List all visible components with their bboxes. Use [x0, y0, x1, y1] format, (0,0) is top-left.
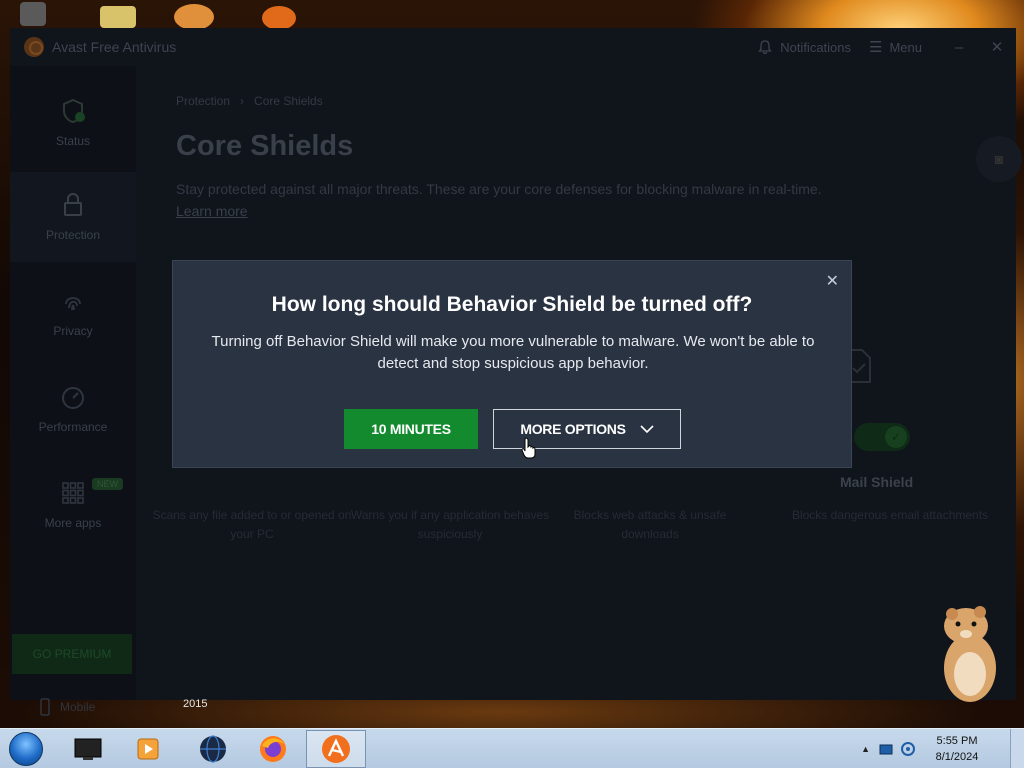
breadcrumb-protection[interactable]: Protection: [176, 94, 230, 108]
hand-cursor-icon: [521, 437, 536, 459]
page-description: Stay protected against all major threats…: [176, 178, 856, 222]
behavior-shield-description: Warns you if any application behaves sus…: [350, 508, 550, 541]
web-shield-description: Blocks web attacks & unsafe downloads: [573, 508, 727, 541]
sidebar-item-label: Privacy: [53, 324, 93, 338]
breadcrumb-core-shields: Core Shields: [254, 94, 323, 108]
app-title: Avast Free Antivirus: [52, 39, 177, 55]
clock-date: 8/1/2024: [935, 751, 979, 763]
new-badge: NEW: [92, 478, 123, 490]
more-options-label: MORE OPTIONS: [520, 421, 626, 437]
breadcrumb: Protection › Core Shields: [176, 94, 323, 108]
taskbar-app-firefox[interactable]: [243, 730, 303, 768]
menu-button[interactable]: ☰ Menu: [869, 38, 922, 56]
fingerprint-icon: [65, 297, 81, 311]
show-desktop-button[interactable]: [1010, 729, 1024, 768]
mobile-label: Mobile: [60, 700, 96, 714]
sidebar-item-protection[interactable]: Protection: [10, 172, 136, 262]
avast-logo-icon: [322, 735, 350, 763]
taskbar-app-media-player[interactable]: [118, 730, 178, 768]
volume-icon[interactable]: [900, 741, 916, 757]
sidebar-item-label: More apps: [44, 516, 102, 530]
go-premium-button[interactable]: GO PREMIUM: [12, 634, 132, 674]
monitor-icon: [74, 738, 102, 760]
mail-shield-title: Mail Shield: [840, 474, 914, 490]
hamburger-icon: ☰: [869, 39, 883, 56]
ten-minutes-button[interactable]: 10 MINUTES: [344, 409, 478, 449]
chevron-down-icon: [640, 424, 654, 433]
gauge-icon: [62, 387, 84, 409]
dialog-title: How long should Behavior Shield be turne…: [271, 293, 753, 316]
sidebar-item-label: Status: [55, 134, 91, 148]
learn-more-link[interactable]: Learn more: [176, 203, 248, 219]
sidebar-item-privacy[interactable]: Privacy: [10, 268, 136, 358]
taskbar-app-avast[interactable]: [306, 730, 366, 768]
shield-check-icon: [63, 98, 85, 124]
firefox-icon: [260, 736, 286, 762]
sidebar-item-more-apps[interactable]: More apps NEW: [10, 460, 136, 550]
mail-shield-toggle[interactable]: [854, 423, 910, 451]
grid-icon: [62, 482, 84, 504]
file-shield-description: Scans any file added to or opened on you…: [152, 508, 352, 541]
bell-icon: [758, 40, 773, 55]
clock-time: 5:55 PM: [936, 735, 978, 747]
sidebar-item-status[interactable]: Status: [10, 78, 136, 168]
description-text: Stay protected against all major threats…: [176, 181, 822, 197]
sidebar-item-label: Performance: [38, 420, 108, 434]
system-tray: ▲ 5:55 PM 8/1/2024: [861, 729, 1024, 768]
dialog-body: Turning off Behavior Shield will make yo…: [211, 333, 815, 372]
taskbar: ▲ 5:55 PM 8/1/2024: [0, 728, 1024, 768]
taskbar-app-media-center[interactable]: [58, 730, 118, 768]
page-title: Core Shields: [176, 130, 354, 162]
menu-label: Menu: [889, 39, 922, 55]
desktop-year-label: 2015: [183, 698, 208, 710]
minimize-button[interactable]: –: [940, 39, 978, 56]
sidebar-item-performance[interactable]: Performance: [10, 364, 136, 454]
taskbar-app-globe[interactable]: [183, 730, 243, 768]
globe-icon: [200, 735, 226, 763]
desktop-icon-1[interactable]: [20, 2, 46, 26]
behavior-shield-dialog: ✕ How long should Behavior Shield be tur…: [172, 260, 852, 468]
title-bar: Avast Free Antivirus Notifications ☰ Men…: [10, 28, 1016, 66]
clock[interactable]: 5:55 PM 8/1/2024: [922, 733, 992, 765]
sidebar: Status Protection Privacy Performance Mo…: [10, 66, 136, 716]
windows-logo-icon: [9, 732, 43, 766]
camera-icon[interactable]: ◙: [976, 136, 1022, 182]
avast-logo-icon: [24, 37, 44, 57]
lock-icon: [64, 193, 82, 216]
close-window-button[interactable]: ✕: [978, 38, 1016, 56]
media-player-icon: [137, 738, 159, 760]
sidebar-item-label: Protection: [45, 228, 101, 242]
desktop-icon-2[interactable]: [100, 6, 136, 28]
hamster-mascot-image: [944, 606, 996, 702]
start-button[interactable]: [6, 730, 46, 768]
close-icon[interactable]: ✕: [826, 271, 839, 291]
breadcrumb-separator-icon: ›: [240, 94, 245, 108]
notifications-button[interactable]: Notifications: [757, 39, 851, 55]
desktop-icon-4[interactable]: [262, 6, 296, 30]
notifications-label: Notifications: [780, 39, 852, 55]
phone-icon: [40, 698, 50, 716]
mail-shield-description: Blocks dangerous email attachments: [791, 508, 989, 522]
tray-expand-icon[interactable]: ▲: [861, 744, 870, 754]
mobile-link[interactable]: Mobile: [40, 698, 95, 716]
desktop-icon-3[interactable]: [174, 4, 214, 30]
network-icon[interactable]: [878, 741, 894, 757]
